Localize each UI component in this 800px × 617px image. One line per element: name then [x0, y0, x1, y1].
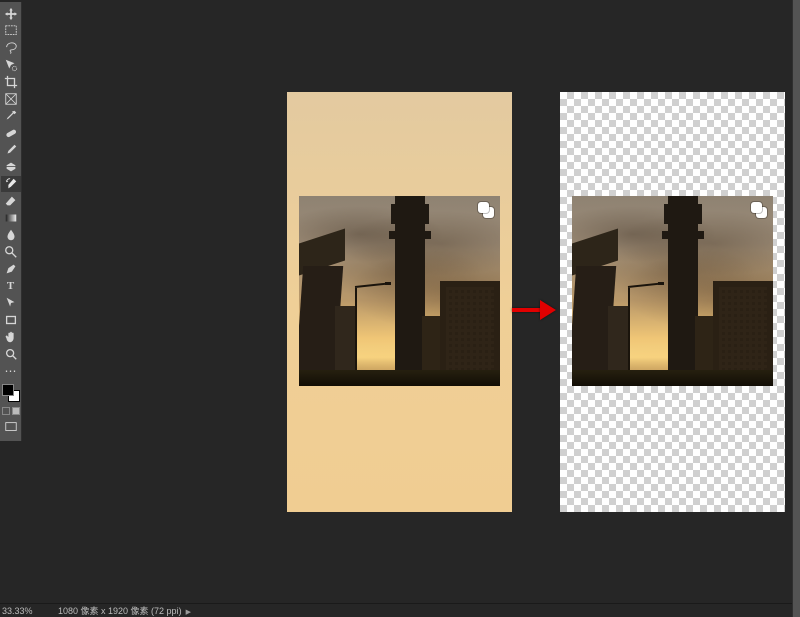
placed-image[interactable] [572, 196, 773, 386]
carousel-icon [478, 202, 494, 218]
document-before[interactable] [287, 92, 512, 512]
document-after[interactable] [560, 92, 785, 512]
tool-pen[interactable] [1, 261, 21, 277]
tool-eraser[interactable] [1, 193, 21, 209]
tool-clone-stamp[interactable] [1, 159, 21, 175]
quick-mask-toggle[interactable] [2, 407, 20, 415]
tool-hand[interactable] [1, 329, 21, 345]
tool-blur[interactable] [1, 227, 21, 243]
screen-mode[interactable] [1, 419, 21, 435]
color-swatches[interactable] [1, 383, 21, 403]
tool-more[interactable]: ⋯ [1, 363, 21, 379]
document-dimensions[interactable]: 1080 像素 x 1920 像素 (72 ppi)▶ [58, 604, 191, 617]
tool-crop[interactable] [1, 74, 21, 90]
tool-eyedropper[interactable] [1, 108, 21, 124]
tool-type[interactable]: T [1, 278, 21, 294]
tool-brush[interactable] [1, 142, 21, 158]
tool-quick-select[interactable] [1, 57, 21, 73]
tool-dodge[interactable] [1, 244, 21, 260]
tools-panel: T ⋯ [0, 2, 22, 441]
tool-history-brush[interactable] [1, 176, 21, 192]
tool-frame[interactable] [1, 91, 21, 107]
zoom-level[interactable]: 33.33% [2, 606, 50, 616]
tool-move[interactable] [1, 6, 21, 22]
right-panel-edge [792, 0, 800, 617]
foreground-color-swatch[interactable] [2, 384, 14, 396]
tool-lasso[interactable] [1, 40, 21, 56]
status-bar: 33.33% 1080 像素 x 1920 像素 (72 ppi)▶ [0, 603, 792, 617]
arrow-annotation [512, 300, 560, 320]
tool-gradient[interactable] [1, 210, 21, 226]
tool-healing[interactable] [1, 125, 21, 141]
chevron-right-icon: ▶ [186, 609, 191, 616]
tool-zoom[interactable] [1, 346, 21, 362]
tool-marquee[interactable] [1, 23, 21, 39]
tool-shape[interactable] [1, 312, 21, 328]
canvas-workspace [22, 0, 792, 603]
placed-image[interactable] [299, 196, 500, 386]
tool-path-select[interactable] [1, 295, 21, 311]
carousel-icon [751, 202, 767, 218]
